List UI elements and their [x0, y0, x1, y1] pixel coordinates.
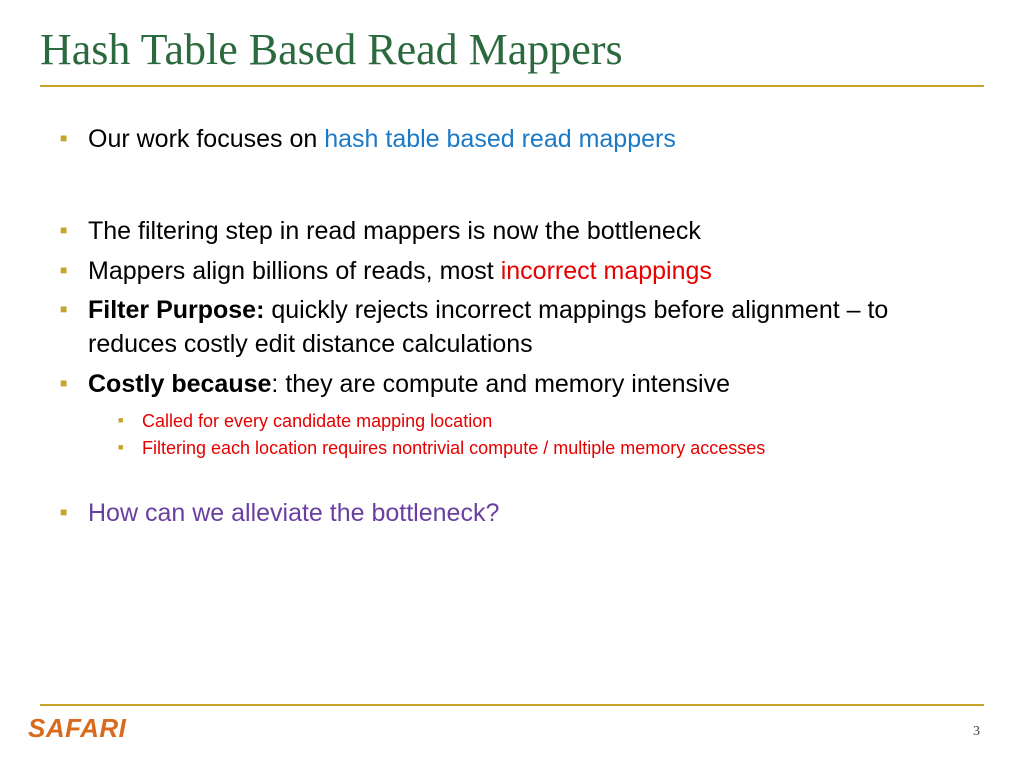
- footer-rule: [40, 704, 984, 706]
- text-highlight-purple: How can we alleviate the bottleneck?: [88, 499, 499, 527]
- text-bold: Filter Purpose:: [88, 296, 264, 324]
- logo-text: SAFARI: [28, 713, 126, 744]
- text: Our work focuses on: [88, 125, 324, 153]
- bullet-item: The filtering step in read mappers is no…: [60, 215, 984, 249]
- sub-bullet-list: Called for every candidate mapping locat…: [118, 408, 984, 464]
- slide: Hash Table Based Read Mappers Our work f…: [0, 0, 1024, 768]
- bullet-item: Mappers align billions of reads, most in…: [60, 255, 984, 289]
- bullet-list: Our work focuses on hash table based rea…: [60, 123, 984, 531]
- page-number: 3: [973, 724, 980, 740]
- title-rule: [40, 85, 984, 87]
- text-highlight-blue: hash table based read mappers: [324, 125, 676, 153]
- bullet-item: How can we alleviate the bottleneck?: [60, 497, 984, 531]
- text: : they are compute and memory intensive: [271, 370, 730, 398]
- text: Mappers align billions of reads, most: [88, 257, 501, 285]
- slide-footer: SAFARI 3: [0, 704, 1024, 744]
- slide-title: Hash Table Based Read Mappers: [40, 24, 984, 75]
- bullet-item: Filter Purpose: quickly rejects incorrec…: [60, 294, 984, 362]
- text-bold: Costly because: [88, 370, 271, 398]
- sub-bullet-item: Filtering each location requires nontriv…: [118, 435, 984, 463]
- sub-bullet-item: Called for every candidate mapping locat…: [118, 408, 984, 436]
- bullet-item: Our work focuses on hash table based rea…: [60, 123, 984, 157]
- text-highlight-red: incorrect mappings: [501, 257, 712, 285]
- slide-body: Our work focuses on hash table based rea…: [40, 123, 984, 531]
- safari-logo: SAFARI: [28, 713, 132, 744]
- bullet-item: Costly because: they are compute and mem…: [60, 368, 984, 464]
